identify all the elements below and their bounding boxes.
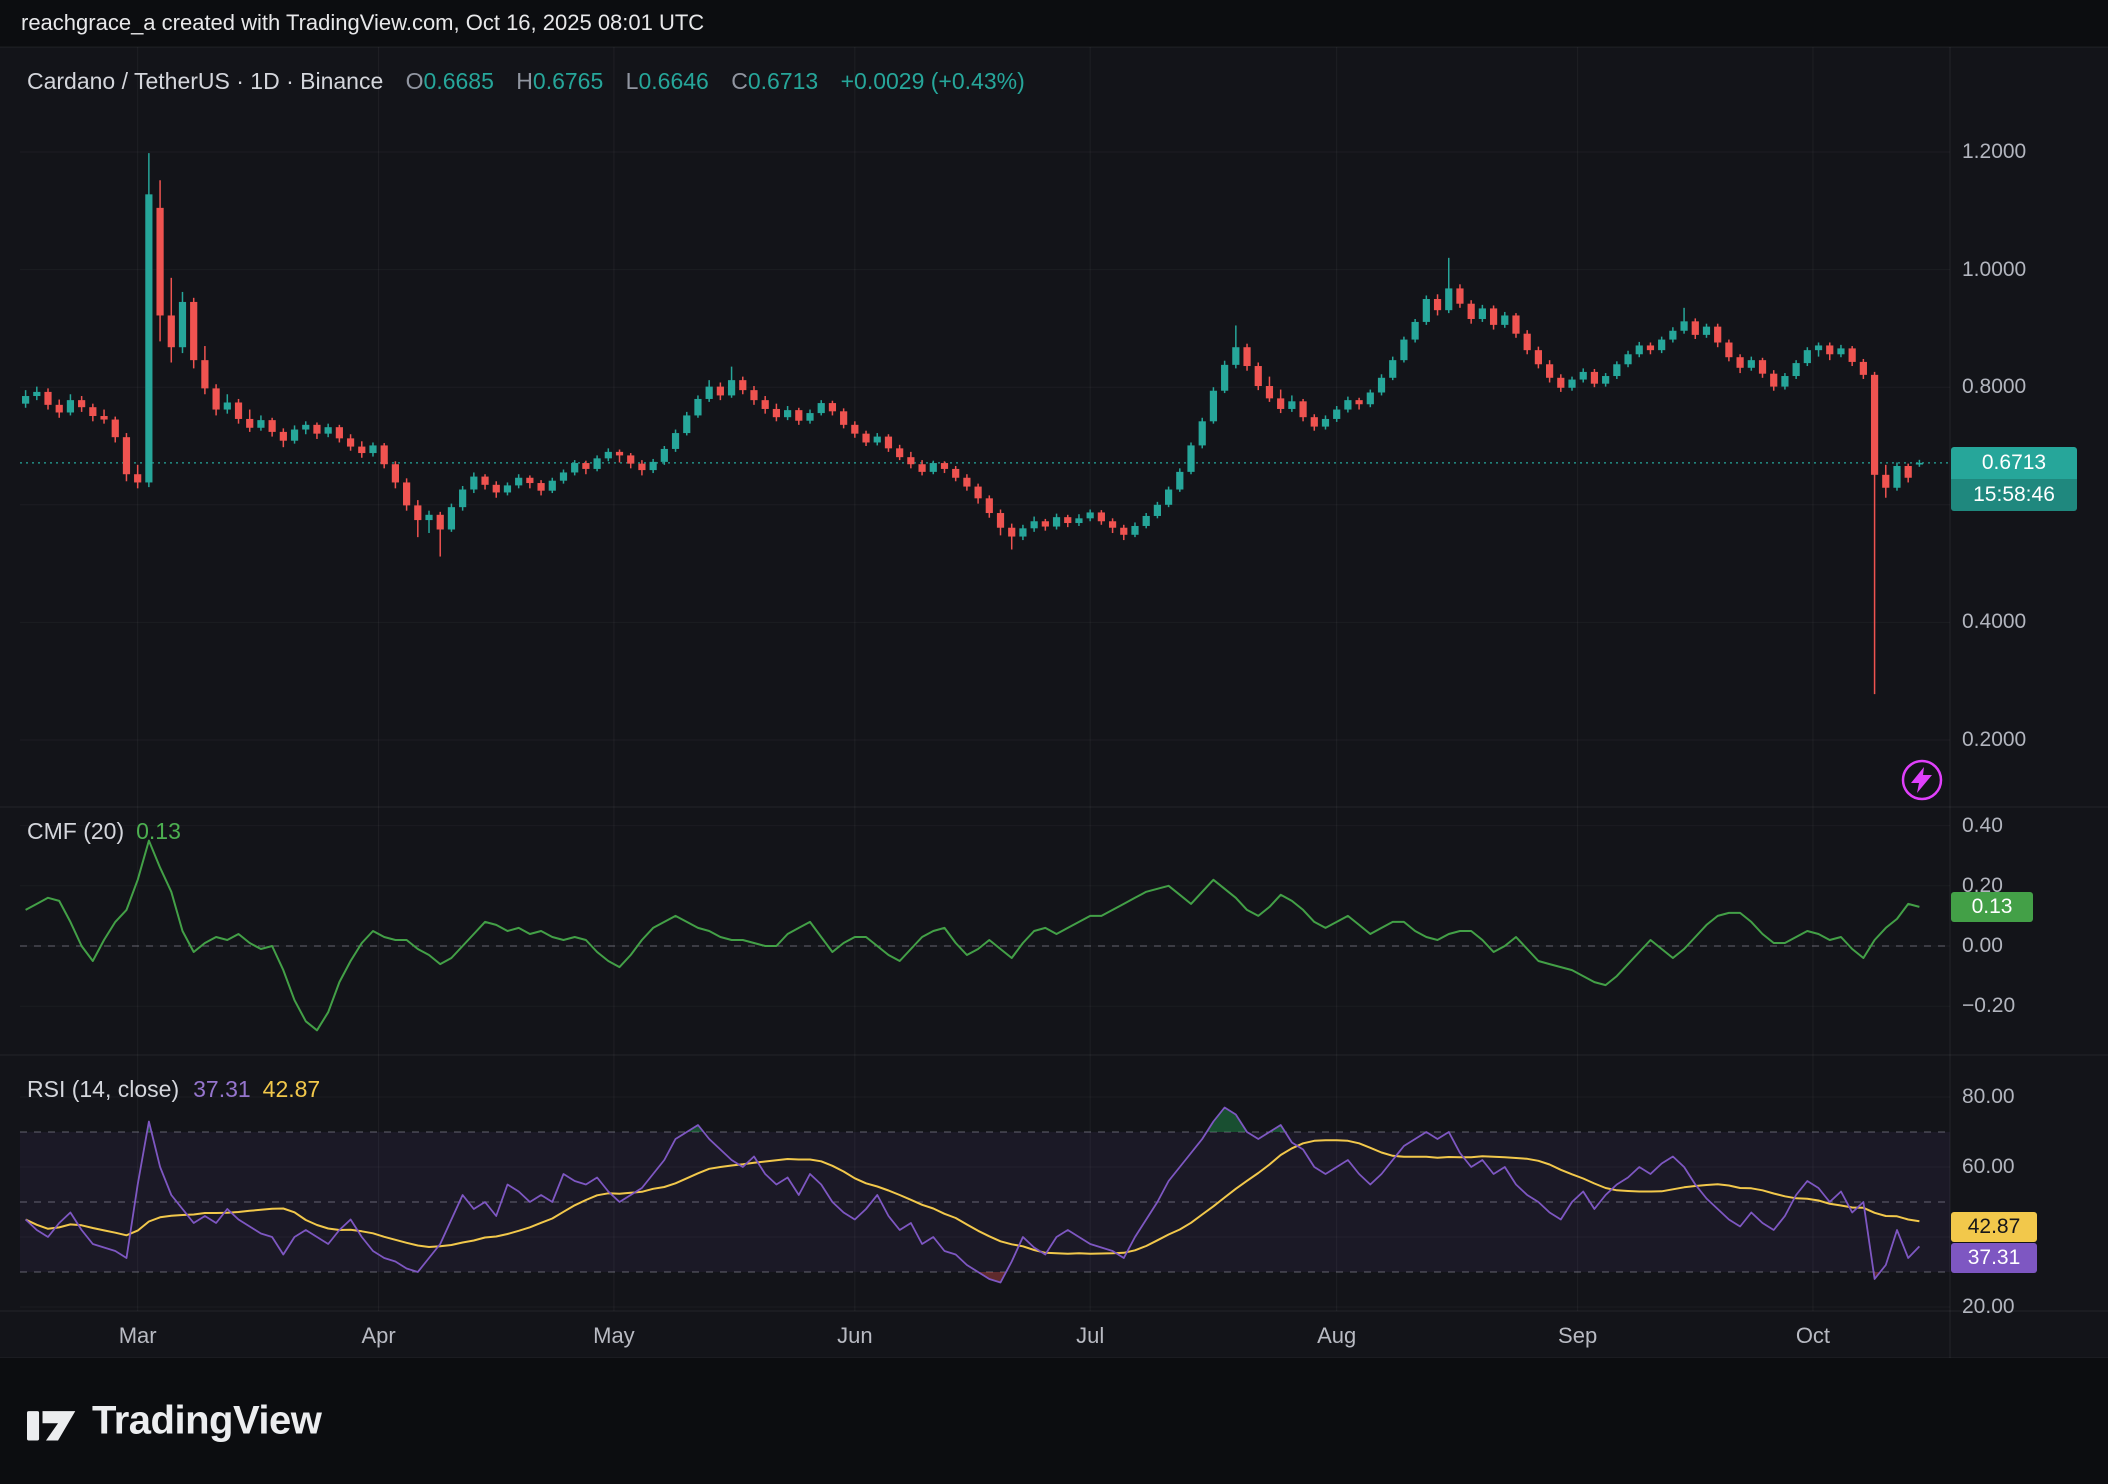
cmf-indicator-label: CMF (20) — [27, 818, 124, 844]
time-axis-label-jun: Jun — [837, 1323, 872, 1349]
price-axis-label: 1.2000 — [1962, 141, 2026, 163]
last-price-badge: 0.6713 15:58:46 — [1951, 447, 2077, 511]
ohlc-low-label: L — [626, 68, 639, 94]
time-axis-label-mar: Mar — [119, 1323, 157, 1349]
ohlc-change-value: +0.0029 (+0.43%) — [841, 68, 1025, 94]
cmf-indicator-value: 0.13 — [136, 818, 181, 844]
cmf-axis-label: 0.00 — [1962, 935, 2003, 957]
rsi-ma-indicator-value: 42.87 — [263, 1076, 321, 1102]
time-axis-label-oct: Oct — [1796, 1323, 1830, 1349]
time-axis-label-jul: Jul — [1076, 1323, 1104, 1349]
ohlc-close-value: 0.6713 — [748, 68, 818, 94]
price-axis[interactable]: 1.20001.00000.80000.60000.40000.20000.40… — [1950, 0, 2108, 1358]
cmf-axis-label: −0.20 — [1962, 995, 2015, 1017]
rsi-indicator-value: 37.31 — [193, 1076, 251, 1102]
cmf-value-badge: 0.13 — [1951, 892, 2033, 922]
time-axis[interactable]: Mar Apr May Jun Jul Aug Sep Oct — [0, 1311, 2108, 1358]
cmf-axis-label: 0.40 — [1962, 815, 2003, 837]
tradingview-logo[interactable]: TradingView — [27, 1399, 321, 1444]
bar-countdown: 15:58:46 — [1951, 479, 2077, 511]
rsi-axis-label: 60.00 — [1962, 1156, 2015, 1178]
rsi-legend: RSI (14, close) 37.31 42.87 — [27, 1076, 320, 1103]
time-axis-label-sep: Sep — [1558, 1323, 1597, 1349]
rsi-indicator-label: RSI (14, close) — [27, 1076, 179, 1102]
ohlc-open-label: O — [406, 68, 424, 94]
page: { "attribution": "reachgrace_a created w… — [0, 0, 2108, 1484]
attribution-text: reachgrace_a created with TradingView.co… — [21, 10, 704, 36]
lightning-icon[interactable] — [1896, 754, 1948, 806]
ohlc-open-value: 0.6685 — [424, 68, 494, 94]
time-axis-label-aug: Aug — [1317, 1323, 1356, 1349]
price-axis-label: 0.8000 — [1962, 376, 2026, 398]
tradingview-logo-icon — [27, 1402, 77, 1440]
footer: TradingView — [0, 1358, 2108, 1484]
time-axis-label-may: May — [593, 1323, 635, 1349]
time-axis-label-apr: Apr — [361, 1323, 395, 1349]
ohlc-high-value: 0.6765 — [533, 68, 603, 94]
last-price-value: 0.6713 — [1951, 447, 2077, 479]
tradingview-logo-text: TradingView — [92, 1399, 321, 1444]
rsi-axis-label: 80.00 — [1962, 1086, 2015, 1108]
chart-canvas[interactable] — [0, 0, 2108, 1484]
price-axis-label: 0.4000 — [1962, 611, 2026, 633]
rsi-value-badge: 37.31 — [1951, 1243, 2037, 1273]
ohlc-low-value: 0.6646 — [638, 68, 708, 94]
main-legend: Cardano / TetherUS · 1D · Binance O0.668… — [27, 68, 1025, 95]
ohlc-high-label: H — [516, 68, 533, 94]
price-axis-label: 1.0000 — [1962, 259, 2026, 281]
ohlc-close-label: C — [731, 68, 748, 94]
rsi-ma-value-badge: 42.87 — [1951, 1212, 2037, 1242]
symbol-title: Cardano / TetherUS · 1D · Binance — [27, 68, 383, 94]
price-axis-label: 0.2000 — [1962, 729, 2026, 751]
cmf-legend: CMF (20) 0.13 — [27, 818, 181, 845]
